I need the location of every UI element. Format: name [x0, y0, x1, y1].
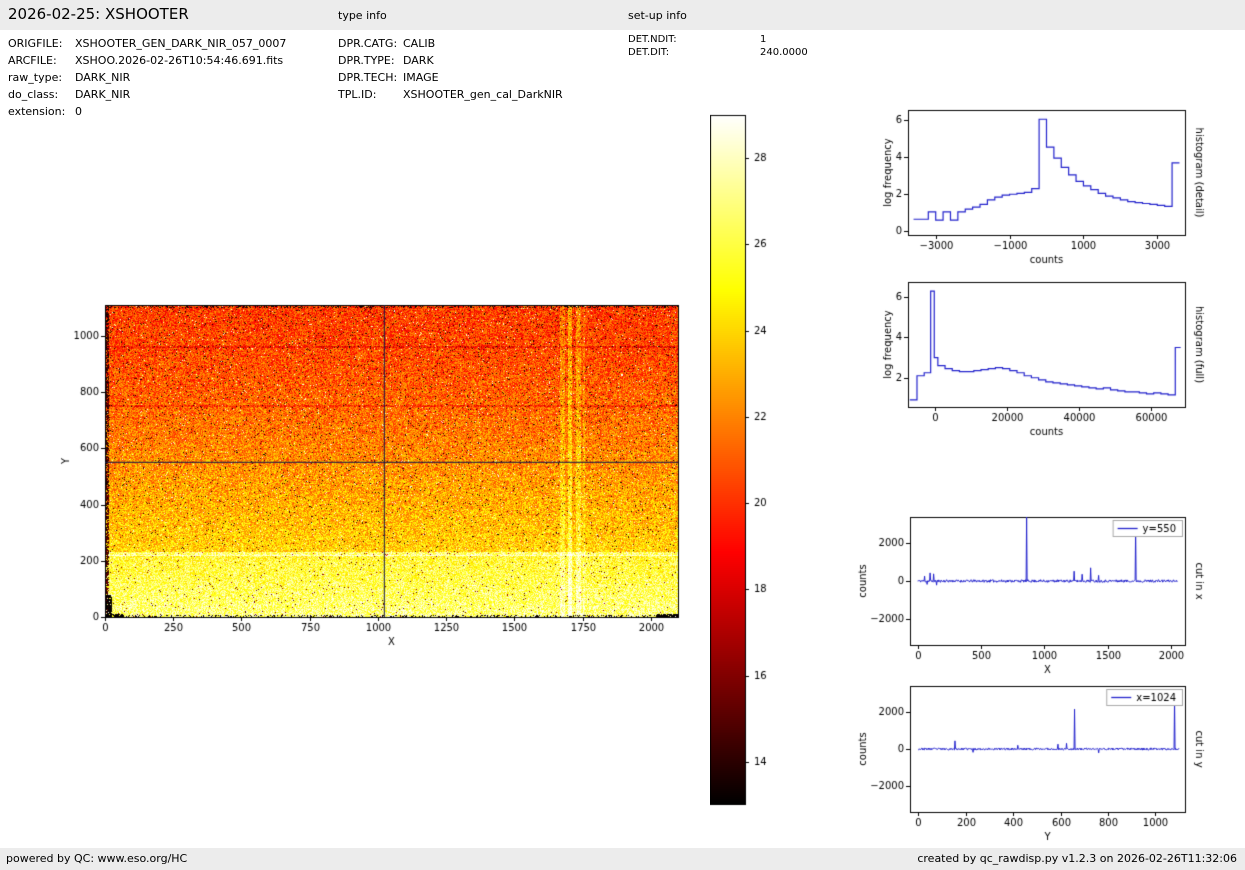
colorbar	[710, 112, 780, 810]
doclass-label: do_class:	[8, 88, 59, 101]
setup-info-block: DET.NDIT: 1 DET.DIT: 240.0000	[628, 33, 808, 59]
header-bar: 2026-02-25: XSHOOTER type info set-up in…	[0, 0, 1245, 30]
tpl-id-value: XSHOOTER_gen_cal_DarkNIR	[403, 88, 563, 101]
dpr-catg-row: DPR.CATG: CALIB	[338, 35, 563, 52]
dpr-type-row: DPR.TYPE: DARK	[338, 52, 563, 69]
tpl-id-label: TPL.ID:	[338, 88, 377, 101]
dpr-tech-label: DPR.TECH:	[338, 71, 398, 84]
tpl-id-row: TPL.ID: XSHOOTER_gen_cal_DarkNIR	[338, 86, 563, 103]
detector-image-plot	[55, 295, 695, 663]
setup-info-heading: set-up info	[628, 9, 687, 22]
arcfile-value: XSHOO.2026-02-26T10:54:46.691.fits	[75, 54, 284, 67]
footer-bar: powered by QC: www.eso.org/HC created by…	[0, 848, 1245, 870]
arcfile-row: ARCFILE: XSHOO.2026-02-26T10:54:46.691.fi…	[8, 52, 286, 69]
origfile-value: XSHOOTER_GEN_DARK_NIR_057_0007	[75, 37, 287, 50]
dpr-tech-row: DPR.TECH: IMAGE	[338, 69, 563, 86]
dpr-type-value: DARK	[403, 54, 434, 67]
origfile-label: ORIGFILE:	[8, 37, 63, 50]
doclass-row: do_class: DARK_NIR	[8, 86, 286, 103]
histogram-full-plot	[860, 274, 1220, 441]
det-dit-value: 240.0000	[760, 47, 808, 58]
dpr-tech-value: IMAGE	[403, 71, 439, 84]
extension-label: extension:	[8, 105, 66, 118]
page-title: 2026-02-25: XSHOOTER	[8, 5, 189, 23]
file-info-block: ORIGFILE: XSHOOTER_GEN_DARK_NIR_057_0007 …	[8, 35, 286, 120]
rawtype-row: raw_type: DARK_NIR	[8, 69, 286, 86]
det-ndit-value: 1	[760, 34, 767, 45]
dpr-catg-label: DPR.CATG:	[338, 37, 398, 50]
extension-row: extension: 0	[8, 103, 286, 120]
arcfile-label: ARCFILE:	[8, 54, 57, 67]
extension-value: 0	[75, 105, 82, 118]
rawtype-label: raw_type:	[8, 71, 63, 84]
type-info-block: DPR.CATG: CALIB DPR.TYPE: DARK DPR.TECH: IM…	[338, 35, 563, 103]
det-dit-row: DET.DIT: 240.0000	[628, 46, 808, 59]
rawtype-value: DARK_NIR	[75, 71, 131, 84]
det-ndit-row: DET.NDIT: 1	[628, 33, 808, 46]
origfile-row: ORIGFILE: XSHOOTER_GEN_DARK_NIR_057_0007	[8, 35, 286, 52]
doclass-value: DARK_NIR	[75, 88, 131, 101]
footer-right-text: created by qc_rawdisp.py v1.2.3 on 2026-…	[917, 852, 1237, 865]
type-info-heading: type info	[338, 9, 387, 22]
det-dit-label: DET.DIT:	[628, 47, 670, 58]
dpr-catg-value: CALIB	[403, 37, 436, 50]
footer-left-text: powered by QC: www.eso.org/HC	[6, 852, 188, 865]
cut-in-y-plot	[855, 678, 1220, 846]
cut-in-x-plot	[855, 509, 1220, 679]
histogram-detail-plot	[860, 102, 1220, 269]
dpr-type-label: DPR.TYPE:	[338, 54, 395, 67]
det-ndit-label: DET.NDIT:	[628, 34, 677, 45]
